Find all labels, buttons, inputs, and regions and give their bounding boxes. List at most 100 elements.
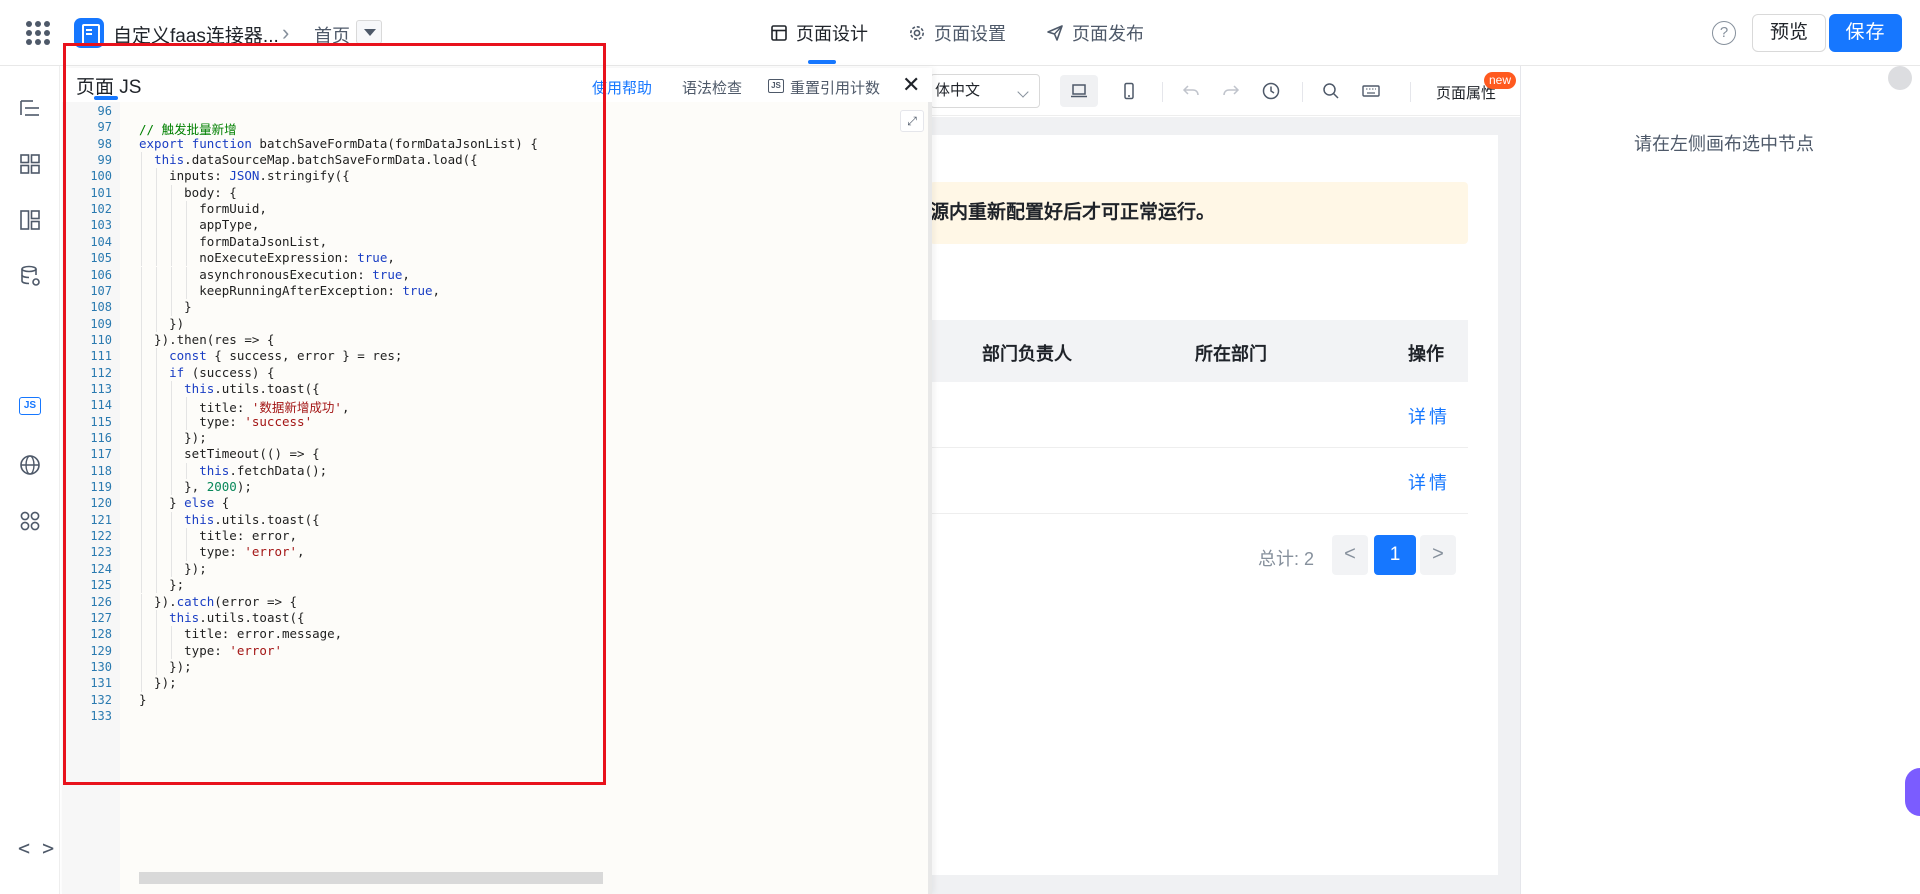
line-number: 120 [90,496,112,511]
tab-page-publish[interactable]: 页面发布 [1046,0,1144,66]
code-line: }) [139,315,185,331]
line-number: 105 [90,251,112,266]
js-code-panel: 页面 JS 使用帮助 语法检查 JS 重置引用计数 ✕ 96 97 98 99 100 1… [62,68,932,894]
line-number: 97 [97,120,112,135]
code-line: title: error, [139,528,298,544]
detail-link[interactable]: 详情 [1408,469,1450,495]
table-row: 详情 [930,383,1468,448]
line-number: 108 [90,300,112,315]
js-panel-header: 页面 JS 使用帮助 语法检查 JS 重置引用计数 ✕ [62,68,932,102]
code-icon[interactable]: < > [18,836,54,860]
code-line: keepRunningAfterException: true, [139,282,441,298]
top-bar: 自定义faas连接器... › 首页 页面设计 页面设置 页面发布 ? 预览 保… [0,0,1920,66]
app-grid-icon[interactable] [26,21,50,45]
line-number: 109 [90,316,112,331]
code-line: if (success) { [169,364,275,380]
table-row: 详情 [930,449,1468,514]
line-number: 129 [90,643,112,658]
detail-link[interactable]: 详情 [1408,403,1450,429]
line-number: 119 [90,480,112,495]
code-line: this.utils.toast({ [169,609,305,625]
line-number: 126 [90,594,112,609]
tab-page-settings[interactable]: 页面设置 [908,0,1006,66]
pager-next-button[interactable]: > [1420,535,1456,575]
clock-icon [1262,82,1280,100]
line-number: 118 [90,463,112,478]
tab-page-design[interactable]: 页面设计 [770,0,868,66]
code-line: } [139,299,192,315]
components-icon[interactable] [18,152,42,176]
line-number: 98 [97,136,112,151]
mobile-view-button[interactable] [1110,75,1148,107]
notice-banner: 源内重新配置好后才可正常运行。 [930,182,1468,244]
reset-ref-count-button[interactable]: 重置引用计数 [790,77,880,98]
code-line: type: 'success' [139,413,313,429]
close-icon[interactable]: ✕ [902,72,920,98]
code-line: this.dataSourceMap.batchSaveFormData.loa… [154,152,478,168]
plugins-icon[interactable] [18,509,42,533]
page-dropdown-button[interactable] [356,20,382,44]
history-button[interactable] [1252,75,1290,107]
line-number: 111 [90,349,112,364]
toolbar-divider [1410,82,1411,102]
left-sidebar: JS < > [0,66,60,894]
undo-icon [1182,85,1199,96]
code-line: inputs: JSON.stringify({ [139,168,350,184]
redo-button[interactable] [1212,75,1250,107]
line-number: 116 [90,431,112,445]
expand-icon[interactable]: ⤢ [900,110,924,132]
nav-tabs: 页面设计 页面设置 页面发布 [770,0,1144,66]
table-header: 部门负责人 所在部门 操作 [930,320,1468,382]
undo-button[interactable] [1172,75,1210,107]
mobile-icon [1124,82,1134,100]
breadcrumb-page[interactable]: 首页 [314,22,350,48]
help-icon[interactable]: ? [1712,21,1736,45]
line-number: 96 [97,104,112,118]
line-number: 110 [90,332,112,347]
app-name[interactable]: 自定义faas连接器... [113,21,279,48]
pager-prev-button[interactable]: < [1332,535,1368,575]
canvas-toolbar: 体中文 页面属性 new [930,66,1520,116]
datasource-icon[interactable] [18,264,42,288]
js-icon[interactable]: JS [19,397,41,415]
lint-button[interactable]: 语法检查 [682,77,742,98]
tab-label: 页面发布 [1072,24,1144,44]
globe-icon[interactable] [18,453,42,477]
toolbar-divider [1162,82,1163,102]
search-button[interactable] [1312,75,1350,107]
code-line: }); [139,560,207,576]
code-line: noExecuteExpression: true, [139,250,395,266]
gear-icon [910,26,924,40]
help-link[interactable]: 使用帮助 [592,77,652,98]
horizontal-scrollbar[interactable] [139,872,603,884]
keyboard-button[interactable] [1352,75,1390,107]
layout-icon[interactable] [18,208,42,232]
language-select[interactable]: 体中文 [930,74,1040,108]
line-number-gutter: 96 97 98 99 100 101 102 103 104 105 106 107 108 109 11… [62,102,120,894]
desktop-view-button[interactable] [1060,75,1098,107]
tab-label: 页面设计 [796,24,868,44]
code-line: this.utils.toast({ [184,511,320,527]
save-button[interactable]: 保存 [1829,14,1902,52]
line-number: 113 [90,381,112,396]
code-line: const { success, error } = res; [169,348,403,364]
code-line: }, 2000); [139,479,252,495]
preview-button[interactable]: 预览 [1752,14,1826,52]
line-number: 106 [90,267,112,282]
line-number: 128 [90,627,112,642]
tab-label: 页面设置 [934,24,1006,44]
new-badge: new [1484,72,1517,89]
pager-current-page[interactable]: 1 [1374,535,1416,575]
code-line: }; [139,577,185,593]
send-icon [1047,25,1063,41]
vertical-scrollbar[interactable] [928,102,932,894]
assistant-float-button[interactable] [1905,768,1920,816]
js-icon: JS [768,79,784,93]
line-number: 103 [90,218,112,233]
outline-icon[interactable] [18,96,42,120]
pager-total: 总计: 2 [1258,549,1315,569]
code-line: type: 'error' [139,642,282,658]
layout-icon [771,25,787,41]
panel-toggle-handle[interactable] [1888,66,1912,90]
code-editor[interactable]: 96 97 98 99 100 101 102 103 104 105 106 107 108 109 11… [62,102,932,894]
